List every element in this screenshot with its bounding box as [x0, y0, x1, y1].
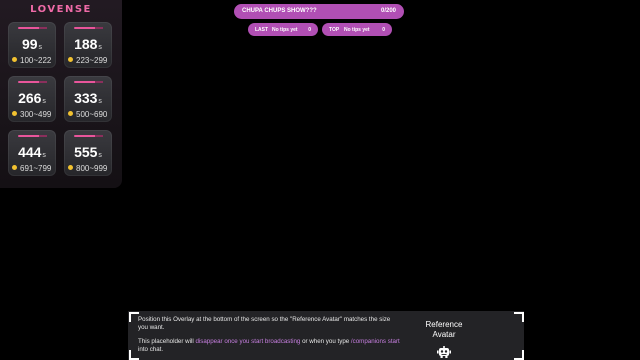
lovense-panel: LOVENSE 99s 100~222 188s 223~299 266s 30… [0, 0, 122, 188]
last-tip-text: No tips yet [272, 27, 298, 33]
last-tip-pill: LAST No tips yet 0 [248, 23, 318, 36]
goal-title: CHUPA CHUPS SHOW??? [242, 8, 317, 14]
coin-icon [12, 165, 17, 171]
last-tip-value: 0 [308, 27, 311, 33]
tip-level-amount: 444s [18, 144, 46, 160]
vibration-level-bar [74, 135, 103, 137]
corner-bracket [514, 350, 524, 360]
tip-level-range: 100~222 [12, 56, 54, 65]
tip-level-range: 691~799 [12, 164, 54, 173]
tip-level-card: 444s 691~799 [8, 130, 56, 176]
reference-avatar-label: Reference Avatar [425, 320, 463, 339]
coin-icon [68, 165, 73, 171]
tip-level-amount: 555s [74, 144, 102, 160]
tip-level-grid: 99s 100~222 188s 223~299 266s 300~499 33… [8, 22, 116, 176]
top-tip-value: 0 [382, 27, 385, 33]
tip-level-range: 300~499 [12, 110, 54, 119]
vibration-level-bar [18, 81, 47, 83]
top-tip-label: TOP [329, 27, 340, 33]
tip-level-card: 99s 100~222 [8, 22, 56, 68]
tip-goal-bar: CHUPA CHUPS SHOW??? 0/200 [234, 4, 404, 19]
tip-level-card: 266s 300~499 [8, 76, 56, 122]
vibration-level-bar [18, 27, 47, 29]
tip-level-range: 223~299 [68, 56, 110, 65]
tip-level-card: 555s 800~999 [64, 130, 112, 176]
lovense-logo: LOVENSE [30, 4, 92, 15]
tip-level-card: 333s 500~690 [64, 76, 112, 122]
top-tip-text: No tips yet [344, 27, 370, 33]
tip-level-amount: 266s [18, 90, 46, 106]
vibration-level-bar [18, 135, 47, 137]
corner-bracket [514, 312, 524, 322]
robot-icon [437, 346, 451, 358]
tip-level-range: 500~690 [68, 110, 110, 119]
coin-icon [68, 111, 73, 117]
last-tip-label: LAST [255, 27, 269, 33]
top-tip-pill: TOP No tips yet 0 [322, 23, 392, 36]
placeholder-note: This placeholder will disappear once you… [138, 338, 400, 353]
tip-level-amount: 188s [74, 36, 102, 52]
coin-icon [68, 57, 73, 63]
vibration-level-bar [74, 81, 103, 83]
vibration-level-bar [74, 27, 103, 29]
placeholder-instructions: Position this Overlay at the bottom of t… [138, 316, 391, 331]
tip-level-amount: 99s [21, 36, 43, 52]
coin-icon [12, 111, 17, 117]
tip-level-amount: 333s [74, 90, 102, 106]
goal-progress-count: 0/200 [380, 8, 396, 14]
tip-level-card: 188s 223~299 [64, 22, 112, 68]
coin-icon [12, 57, 17, 63]
tip-level-range: 800~999 [68, 164, 110, 173]
